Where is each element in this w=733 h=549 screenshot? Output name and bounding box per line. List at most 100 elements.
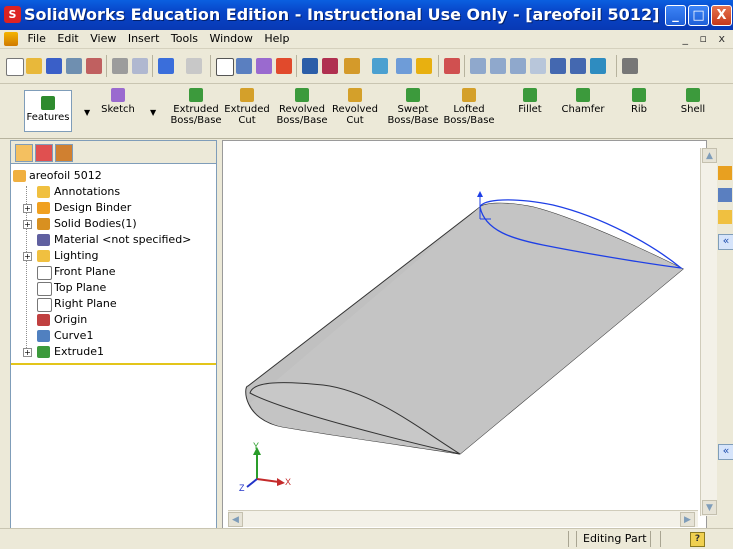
select-other-icon[interactable] [236,58,252,74]
scroll-right-arrow-icon[interactable]: ▶ [680,512,695,527]
lofted-boss-button[interactable]: Lofted Boss/Base [442,88,496,134]
macro-icon[interactable] [344,58,360,74]
undo-icon[interactable] [158,58,174,74]
configuration-manager-tab-icon[interactable] [55,144,73,162]
shell-button[interactable]: Shell [676,88,710,134]
expand-task-pane-icon[interactable]: « [718,234,733,250]
model-viewport [245,191,684,455]
menu-insert[interactable]: Insert [124,30,164,48]
swept-boss-button[interactable]: Swept Boss/Base [386,88,440,134]
scroll-down-arrow-icon[interactable]: ▼ [702,500,717,515]
tree-item-curve1[interactable]: Curve1 [11,328,216,344]
tree-item-origin[interactable]: Origin [11,312,216,328]
tree-item-lighting[interactable]: + Lighting [11,248,216,264]
extruded-cut-button[interactable]: Extruded Cut [222,88,272,134]
menu-view[interactable]: View [86,30,120,48]
vertical-scrollbar[interactable]: ▲ ▼ [700,148,718,516]
rib-icon [632,88,646,102]
tree-item-material[interactable]: Material <not specified> [11,232,216,248]
revolved-boss-icon [295,88,309,102]
revolved-cut-button[interactable]: Revolved Cut [330,88,380,134]
tree-root[interactable]: areofoil 5012 [11,168,216,184]
pan-icon[interactable] [570,58,586,74]
extruded-boss-button[interactable]: Extruded Boss/Base [170,88,222,134]
expand-icon[interactable]: + [23,348,32,357]
chamfer-icon [576,88,590,102]
tree-item-right-plane[interactable]: Right Plane [11,296,216,312]
property-manager-tab-icon[interactable] [35,144,53,162]
cut-icon[interactable] [112,58,128,74]
scroll-left-arrow-icon[interactable]: ◀ [228,512,243,527]
help-icon[interactable] [416,58,432,74]
horizontal-scrollbar[interactable]: ◀ ▶ [228,510,698,527]
home-icon[interactable] [718,166,732,180]
zoom-to-area-icon[interactable] [490,58,506,74]
document-window-controls[interactable]: _ ▫ x [683,32,729,45]
minimize-button[interactable]: _ [665,5,686,26]
feature-tree-tab-icon[interactable] [15,144,33,162]
select-arrow-icon[interactable] [216,58,234,76]
material-icon [37,234,50,246]
app-menu-icon[interactable] [4,32,18,46]
tools-icon[interactable] [372,58,388,74]
menu-help[interactable]: Help [260,30,293,48]
sketch-dropdown-arrow[interactable]: ▼ [150,108,156,117]
maximize-button[interactable]: □ [688,5,709,26]
extruded-cut-icon [240,88,254,102]
tree-item-top-plane[interactable]: Top Plane [11,280,216,296]
features-tab[interactable]: Features [24,90,72,132]
3d-instant-website-icon[interactable] [86,58,102,74]
3d-content-icon[interactable] [718,188,732,202]
redo-icon[interactable] [186,58,202,74]
fillet-button[interactable]: Fillet [512,88,548,134]
tree-item-extrude1[interactable]: + Extrude1 [11,344,216,360]
zoom-to-selection-icon[interactable] [530,58,546,74]
display-style-icon[interactable] [622,58,638,74]
file-properties-icon[interactable] [302,58,318,74]
swept-boss-icon [406,88,420,102]
open-folder-icon[interactable] [26,58,42,74]
rebuild-icon[interactable] [276,58,292,74]
extrude-icon [37,346,50,358]
tree-item-annotations[interactable]: Annotations [11,184,216,200]
expand-icon[interactable]: + [23,252,32,261]
tree-item-solid-bodies[interactable]: + Solid Bodies(1) [11,216,216,232]
triad-z-label: Z [239,483,245,493]
new-document-icon[interactable] [6,58,24,76]
standard-views-icon[interactable] [590,58,606,74]
sketch-tab[interactable]: Sketch [96,88,140,134]
menu-window[interactable]: Window [206,30,257,48]
features-icon [41,96,55,110]
revolved-boss-button[interactable]: Revolved Boss/Base [276,88,328,134]
scroll-up-arrow-icon[interactable]: ▲ [702,148,717,163]
view-orientation-icon[interactable] [444,58,460,74]
rollback-bar[interactable] [11,363,216,365]
tree-item-front-plane[interactable]: Front Plane [11,264,216,280]
zoom-to-fit-icon[interactable] [470,58,486,74]
save-icon[interactable] [46,58,62,74]
standard-toolbar [0,49,733,84]
help-icon[interactable]: ? [690,532,705,547]
close-button[interactable]: X [711,5,732,26]
chamfer-button[interactable]: Chamfer [560,88,606,134]
collapse-arrow-icon[interactable]: « [718,444,733,460]
expand-icon[interactable]: + [23,204,32,213]
features-dropdown-arrow[interactable]: ▼ [84,108,90,117]
extruded-boss-icon [189,88,203,102]
menu-tools[interactable]: Tools [167,30,202,48]
menu-edit[interactable]: Edit [53,30,82,48]
graphics-area[interactable]: Y X Z [222,140,707,529]
rib-button[interactable]: Rib [624,88,654,134]
feature-manager-tabs [11,141,216,164]
file-explorer-icon[interactable] [718,210,732,224]
menu-file[interactable]: File [24,30,50,48]
print-icon[interactable] [66,58,82,74]
print-preview-icon[interactable] [132,58,148,74]
tree-item-design-binder[interactable]: + Design Binder [11,200,216,216]
expand-icon[interactable]: + [23,220,32,229]
sketch-icon[interactable] [256,58,272,74]
zoom-in-out-icon[interactable] [510,58,526,74]
list-icon[interactable] [396,58,412,74]
rotate-view-icon[interactable] [550,58,566,74]
options-icon[interactable] [322,58,338,74]
